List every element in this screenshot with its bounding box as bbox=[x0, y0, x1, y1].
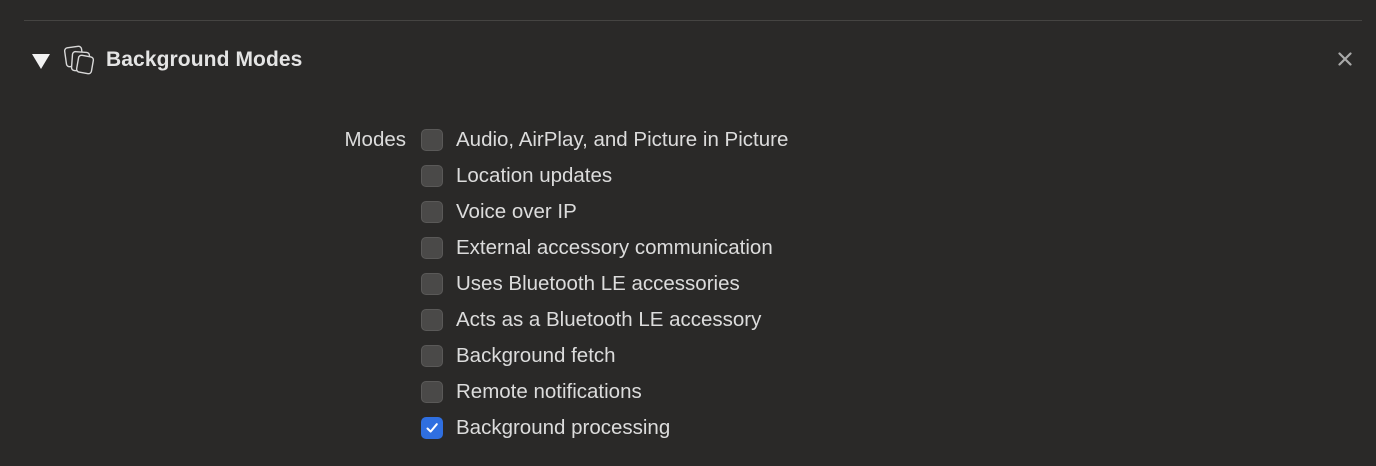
mode-option-label: Background fetch bbox=[456, 344, 616, 367]
mode-option-label: Voice over IP bbox=[456, 200, 577, 223]
mode-option[interactable]: Location updates bbox=[421, 158, 788, 194]
mode-option[interactable]: Acts as a Bluetooth LE accessory bbox=[421, 302, 788, 338]
mode-option-label: Audio, AirPlay, and Picture in Picture bbox=[456, 128, 789, 151]
mode-option-label: Background processing bbox=[456, 416, 671, 439]
mode-option-label: Location updates bbox=[456, 164, 613, 187]
close-icon[interactable] bbox=[1336, 50, 1354, 68]
mode-checkbox[interactable] bbox=[421, 237, 443, 259]
mode-option[interactable]: Background processing bbox=[421, 410, 788, 446]
mode-checkbox[interactable] bbox=[421, 381, 443, 403]
disclosure-triangle-icon[interactable] bbox=[32, 53, 50, 69]
mode-option-label: Remote notifications bbox=[456, 380, 642, 403]
mode-option-label: External accessory communication bbox=[456, 236, 773, 259]
mode-option-label: Acts as a Bluetooth LE accessory bbox=[456, 308, 762, 331]
mode-checkbox[interactable] bbox=[421, 201, 443, 223]
mode-option-label: Uses Bluetooth LE accessories bbox=[456, 272, 740, 295]
section-title: Background Modes bbox=[106, 48, 303, 71]
mode-checkbox[interactable] bbox=[421, 165, 443, 187]
modes-label: Modes bbox=[344, 128, 406, 151]
mode-option[interactable]: Audio, AirPlay, and Picture in Picture bbox=[421, 122, 788, 158]
section-divider bbox=[24, 20, 1362, 21]
mode-checkbox[interactable] bbox=[421, 129, 443, 151]
mode-checkbox[interactable] bbox=[421, 309, 443, 331]
mode-checkbox[interactable] bbox=[421, 345, 443, 367]
background-modes-icon bbox=[62, 42, 98, 78]
modes-options-list: Audio, AirPlay, and Picture in Picture Lo… bbox=[421, 122, 788, 446]
mode-option[interactable]: Voice over IP bbox=[421, 194, 788, 230]
mode-checkbox[interactable] bbox=[421, 417, 443, 439]
capability-header: Background Modes bbox=[32, 42, 302, 78]
mode-option[interactable]: Uses Bluetooth LE accessories bbox=[421, 266, 788, 302]
mode-checkbox[interactable] bbox=[421, 273, 443, 295]
mode-option[interactable]: External accessory communication bbox=[421, 230, 788, 266]
mode-option[interactable]: Remote notifications bbox=[421, 374, 788, 410]
mode-option[interactable]: Background fetch bbox=[421, 338, 788, 374]
checkmark-icon bbox=[426, 423, 438, 433]
